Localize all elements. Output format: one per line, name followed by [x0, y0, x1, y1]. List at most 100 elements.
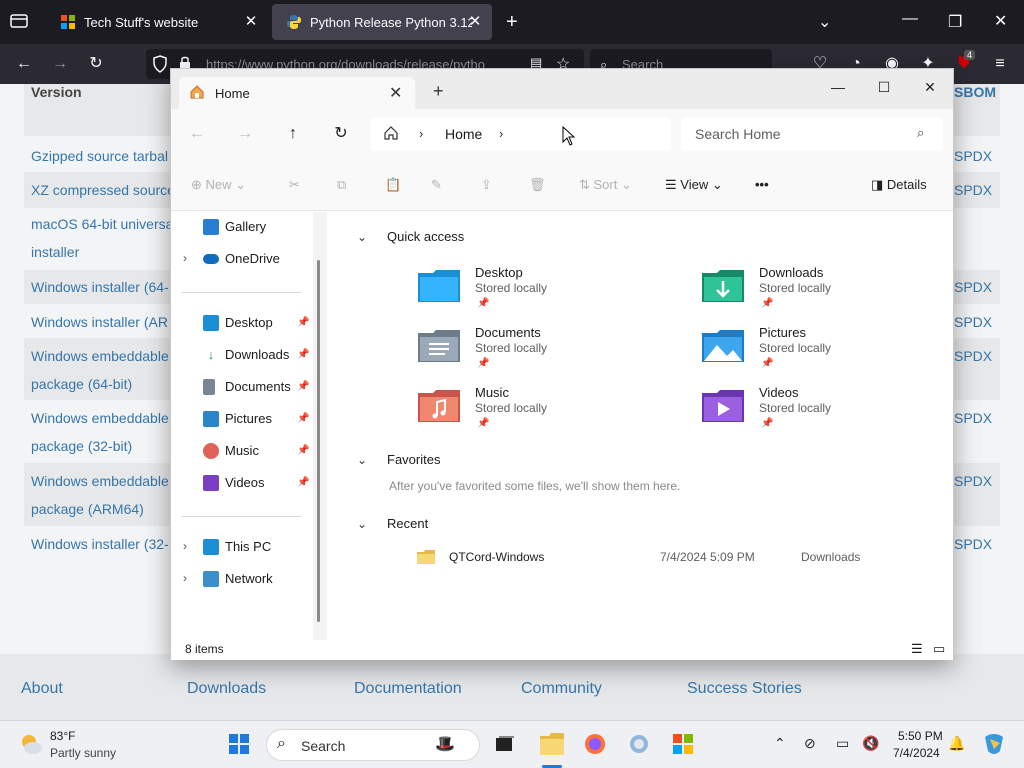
- new-tab-icon[interactable]: +: [506, 11, 518, 34]
- copy-icon[interactable]: ⧉: [337, 174, 346, 196]
- taskbar-search-box[interactable]: ⌕ Search 🎩: [266, 729, 480, 761]
- pin-icon[interactable]: 📌: [297, 409, 309, 429]
- download-link[interactable]: macOS 64-bit universa: [31, 210, 173, 238]
- sbom-link[interactable]: SPDX: [954, 404, 992, 432]
- section-favorites[interactable]: ⌄ Favorites: [357, 452, 440, 467]
- minimize-icon[interactable]: —: [823, 75, 853, 99]
- up-arrow-icon[interactable]: ↑: [281, 123, 305, 145]
- breadcrumb-chevron-icon[interactable]: ›: [419, 126, 423, 141]
- footer-link-downloads[interactable]: Downloads: [187, 680, 266, 698]
- pin-icon[interactable]: 📌: [297, 377, 309, 397]
- shield-icon[interactable]: [152, 55, 168, 76]
- task-view-icon[interactable]: [494, 733, 516, 755]
- scrollbar-thumb[interactable]: [317, 260, 320, 622]
- recent-file-row[interactable]: QTCord-Windows 7/4/2024 5:09 PM Download…: [417, 548, 937, 568]
- download-link-cont[interactable]: package (32-bit): [31, 432, 132, 460]
- expand-chevron-icon[interactable]: ›: [183, 251, 187, 265]
- restore-icon[interactable]: ❐: [948, 12, 962, 32]
- sidebar-scrollbar[interactable]: [313, 212, 327, 640]
- download-link-cont[interactable]: package (ARM64): [31, 495, 144, 523]
- close-window-icon[interactable]: ✕: [994, 11, 1007, 31]
- home-icon[interactable]: [383, 125, 399, 144]
- expand-chevron-icon[interactable]: ›: [183, 571, 187, 585]
- download-link[interactable]: Windows embeddable: [31, 342, 169, 370]
- quick-access-item-pictures[interactable]: Pictures Stored locally 📌: [701, 325, 941, 381]
- cut-icon[interactable]: ✂: [289, 174, 300, 196]
- sbom-link[interactable]: SPDX: [954, 142, 992, 170]
- back-icon[interactable]: ←: [12, 52, 36, 76]
- pin-icon[interactable]: 📌: [297, 345, 309, 365]
- breadcrumb-chevron-icon[interactable]: ›: [499, 126, 503, 141]
- weather-description[interactable]: Partly sunny: [50, 746, 116, 760]
- share-icon[interactable]: ⇪: [481, 174, 492, 196]
- menu-hamburger-icon[interactable]: ≡: [988, 52, 1012, 76]
- download-link[interactable]: Windows installer (AR: [31, 308, 168, 336]
- forward-icon[interactable]: →: [48, 52, 72, 76]
- collapse-chevron-icon[interactable]: ⌄: [357, 453, 387, 467]
- section-quick-access[interactable]: ⌄ Quick access: [357, 229, 464, 244]
- explorer-tab-home[interactable]: Home ✕: [179, 77, 415, 109]
- sbom-link[interactable]: SPDX: [954, 467, 992, 495]
- sidebar-item-onedrive[interactable]: OneDrive: [203, 249, 313, 269]
- quick-access-item-documents[interactable]: Documents Stored locally 📌: [417, 325, 657, 381]
- download-link[interactable]: Windows installer (64-: [31, 273, 169, 301]
- browser-tab-techstuff[interactable]: Tech Stuff's website ✕: [46, 4, 268, 40]
- rename-icon[interactable]: ✎: [431, 174, 442, 196]
- sidebar-item-network[interactable]: Network: [203, 569, 313, 589]
- reload-icon[interactable]: ↻: [84, 52, 108, 76]
- sidebar-item-gallery[interactable]: Gallery: [203, 217, 313, 237]
- sidebar-item-videos[interactable]: Videos 📌: [203, 473, 313, 493]
- sidebar-item-downloads[interactable]: ↓ Downloads 📌: [203, 345, 313, 365]
- details-view-icon[interactable]: ☰: [911, 641, 923, 657]
- quick-access-item-music[interactable]: Music Stored locally 📌: [417, 385, 657, 441]
- sbom-link[interactable]: SPDX: [954, 273, 992, 301]
- sidebar-item-pictures[interactable]: Pictures 📌: [203, 409, 313, 429]
- network-off-icon[interactable]: ⊘: [804, 735, 816, 752]
- volume-muted-icon[interactable]: 🔇: [862, 735, 879, 752]
- display-icon[interactable]: ▭: [836, 735, 849, 752]
- notification-bell-icon[interactable]: 🔔: [948, 735, 965, 752]
- search-input[interactable]: Search Home ⌕: [681, 117, 943, 151]
- details-pane-button[interactable]: ◨ Details: [871, 174, 927, 196]
- footer-link-success-stories[interactable]: Success Stories: [687, 680, 802, 698]
- back-icon[interactable]: ←: [185, 123, 209, 145]
- sidebar-item-documents[interactable]: Documents 📌: [203, 377, 313, 397]
- sidebar-item-desktop[interactable]: Desktop 📌: [203, 313, 313, 333]
- sidebar-item-music[interactable]: Music 📌: [203, 441, 313, 461]
- sbom-link[interactable]: SPDX: [954, 308, 992, 336]
- footer-link-community[interactable]: Community: [521, 680, 602, 698]
- show-hidden-icons-chevron-icon[interactable]: ⌃: [774, 735, 786, 752]
- download-link-cont[interactable]: installer: [31, 238, 79, 266]
- pin-icon[interactable]: 📌: [297, 473, 309, 493]
- new-button[interactable]: ⊕ New ⌄: [191, 174, 246, 196]
- address-bar[interactable]: › Home ›: [371, 117, 671, 151]
- footer-link-documentation[interactable]: Documentation: [354, 680, 462, 698]
- forward-icon[interactable]: →: [233, 123, 257, 145]
- minimize-icon[interactable]: —: [902, 10, 918, 28]
- close-tab-icon[interactable]: ✕: [389, 83, 402, 103]
- firefox-icon[interactable]: [584, 733, 606, 755]
- quick-access-item-desktop[interactable]: Desktop Stored locally 📌: [417, 265, 657, 321]
- delete-icon[interactable]: 🗑: [529, 174, 546, 196]
- download-link[interactable]: Windows installer (32-: [31, 530, 169, 558]
- start-windows-icon[interactable]: [228, 733, 250, 755]
- close-tab-icon[interactable]: ✕: [466, 13, 484, 31]
- app-pinned-icon[interactable]: [628, 733, 650, 755]
- close-window-icon[interactable]: ✕: [915, 75, 945, 99]
- browser-tab-python[interactable]: Python Release Python 3.12.4 | ✕: [272, 4, 492, 40]
- tab-list-icon[interactable]: [10, 13, 28, 34]
- new-tab-icon[interactable]: +: [433, 81, 444, 102]
- file-explorer-taskbar-icon[interactable]: [540, 733, 564, 755]
- close-tab-icon[interactable]: ✕: [242, 13, 260, 31]
- quick-access-item-videos[interactable]: Videos Stored locally 📌: [701, 385, 941, 441]
- sbom-link[interactable]: SPDX: [954, 530, 992, 558]
- breadcrumb[interactable]: Home: [445, 126, 482, 142]
- collapse-chevron-icon[interactable]: ⌄: [357, 230, 387, 244]
- clock-time[interactable]: 5:50 PM: [898, 729, 943, 743]
- download-link[interactable]: Windows embeddable: [31, 467, 169, 495]
- sidebar-item-this-pc[interactable]: This PC: [203, 537, 313, 557]
- weather-temperature[interactable]: 83°F: [50, 729, 75, 743]
- weather-icon[interactable]: [18, 731, 44, 760]
- sort-button[interactable]: ⇅ Sort ⌄: [579, 174, 632, 196]
- view-button[interactable]: ☰ View ⌄: [665, 174, 723, 196]
